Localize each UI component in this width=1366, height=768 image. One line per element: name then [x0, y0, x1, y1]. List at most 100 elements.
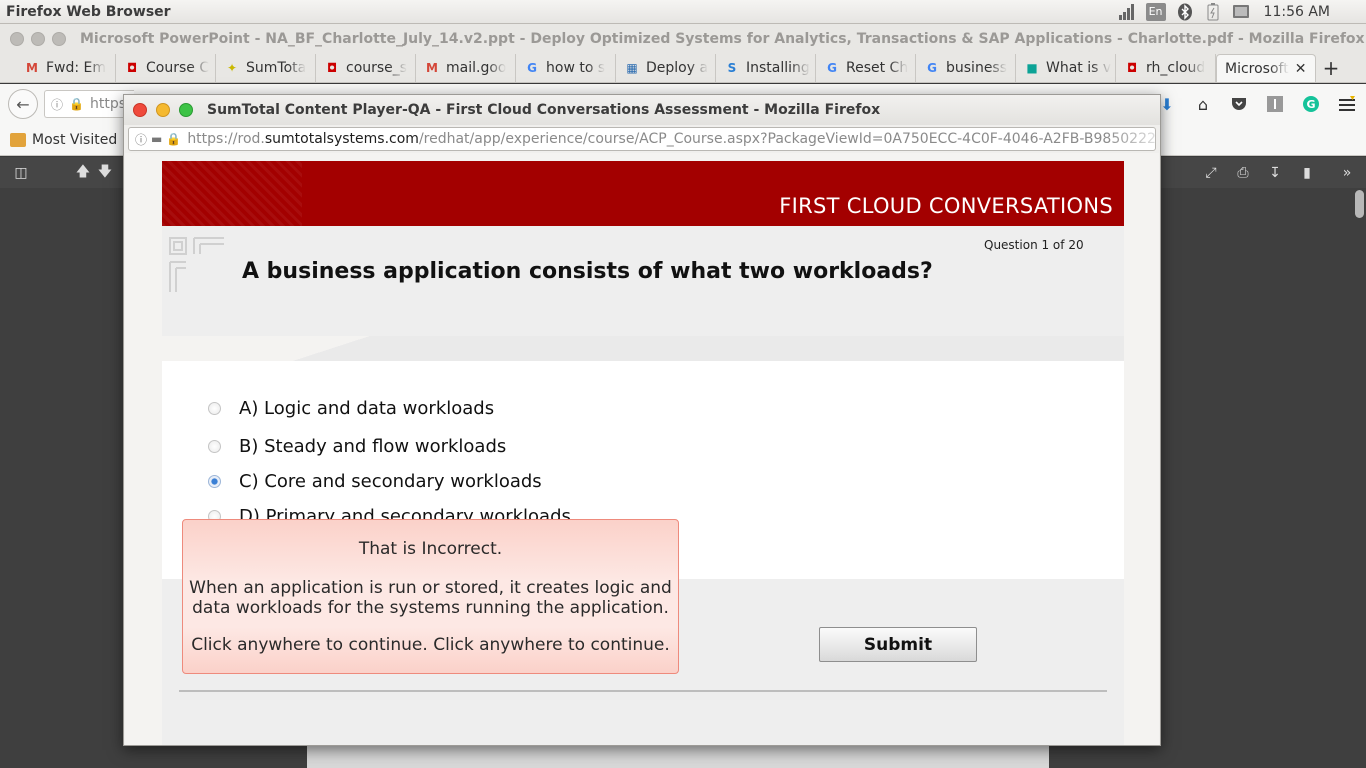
browser-tab[interactable]: Microsoft ✕	[1216, 54, 1316, 82]
network-icon[interactable]	[1118, 3, 1136, 21]
previous-page-icon[interactable]: 🡅	[72, 162, 94, 184]
new-tab-button[interactable]: +	[1316, 54, 1346, 82]
lock-icon: 🔒	[69, 97, 84, 111]
home-icon[interactable]: ⌂	[1194, 95, 1212, 114]
browser-tab[interactable]: ◘ rh_cloud	[1116, 54, 1216, 82]
clock[interactable]: 11:56 AM	[1260, 4, 1330, 20]
answer-option[interactable]: C) Core and secondary workloads	[208, 471, 542, 492]
tab-label: What is v	[1046, 60, 1112, 76]
popup-url-bar[interactable]: ⓘ ▬ 🔒 https://rod.sumtotalsystems.com/re…	[128, 127, 1156, 151]
close-window-button[interactable]	[10, 31, 24, 46]
feedback-popup[interactable]: That is Incorrect. When an application i…	[182, 519, 679, 674]
feedback-heading: That is Incorrect.	[358, 539, 503, 559]
fullscreen-icon[interactable]: ⤢	[1200, 162, 1222, 184]
browser-tab[interactable]: ■ What is v	[1016, 54, 1116, 82]
tab-favicon-icon: ✦	[226, 61, 238, 75]
minimize-window-button[interactable]	[31, 31, 45, 46]
browser-tab[interactable]: Gbusiness	[916, 54, 1016, 82]
tab-label: Installing	[746, 60, 810, 76]
feedback-body: When an application is run or stored, it…	[189, 578, 672, 618]
svg-text:G: G	[1306, 98, 1315, 111]
popup-minimize-button[interactable]	[156, 103, 170, 117]
answer-label: C) Core and secondary workloads	[239, 471, 542, 492]
tab-favicon-icon: ■	[1026, 61, 1038, 75]
tab-label: Microsoft	[1225, 60, 1289, 77]
footer-divider	[179, 690, 1107, 692]
tab-label: Deploy a	[646, 60, 709, 76]
next-page-icon[interactable]: 🡇	[94, 162, 116, 184]
background-url-text: https	[89, 96, 127, 112]
maximize-window-button[interactable]	[52, 31, 66, 46]
background-url-bar[interactable]: ⓘ 🔒 https	[44, 90, 134, 118]
popup-close-button[interactable]	[133, 103, 147, 117]
save-icon[interactable]: ↧	[1264, 162, 1286, 184]
print-icon[interactable]: ⎙	[1232, 162, 1254, 184]
tab-label: course_s	[346, 60, 408, 76]
tab-favicon-icon: G	[927, 61, 937, 75]
tools-icon[interactable]: »	[1336, 162, 1358, 184]
tab-favicon-icon: G	[527, 61, 537, 75]
banner-pattern	[162, 161, 302, 226]
answer-label: A) Logic and data workloads	[239, 398, 495, 419]
popup-url-text: https://rod.sumtotalsystems.com/redhat/a…	[187, 131, 1156, 147]
answer-radio[interactable]	[208, 402, 221, 415]
tab-label: business	[946, 60, 1008, 76]
keyboard-layout-indicator[interactable]: En	[1145, 2, 1166, 21]
browser-tab[interactable]: S Installing	[716, 54, 816, 82]
background-window-title: Microsoft PowerPoint - NA_BF_Charlotte_J…	[80, 30, 1365, 47]
submit-button[interactable]: Submit	[819, 627, 977, 662]
tab-favicon-icon: ▦	[626, 61, 638, 75]
course-banner: FIRST CLOUD CONVERSATIONS	[162, 161, 1124, 226]
answer-option[interactable]: B) Steady and flow workloads	[208, 436, 506, 457]
info-icon[interactable]: ⓘ	[135, 131, 147, 148]
popup-window-controls	[124, 103, 193, 117]
back-button[interactable]: ←	[8, 89, 38, 119]
tab-favicon-icon: M	[426, 61, 438, 75]
reader-icon[interactable]	[1266, 95, 1284, 113]
browser-tab[interactable]: G Reset Ch	[816, 54, 916, 82]
background-window-titlebar: Microsoft PowerPoint - NA_BF_Charlotte_J…	[0, 24, 1366, 53]
popup-title: SumTotal Content Player-QA - First Cloud…	[207, 102, 881, 118]
background-window-controls	[0, 31, 66, 46]
browser-tab[interactable]: M Fwd: Em	[16, 54, 116, 82]
answer-label: B) Steady and flow workloads	[239, 436, 507, 457]
close-tab-icon[interactable]: ✕	[1295, 61, 1307, 77]
browser-tab[interactable]: ▦ Deploy a	[616, 54, 716, 82]
lock-icon: 🔒	[166, 132, 182, 146]
tab-label: Reset Ch	[846, 60, 909, 76]
pocket-icon[interactable]	[1230, 95, 1248, 113]
popup-maximize-button[interactable]	[179, 103, 193, 117]
sidebar-toggle-icon[interactable]: ◫	[10, 162, 32, 184]
bluetooth-icon[interactable]	[1176, 3, 1194, 21]
feedback-footer: Click anywhere to continue. Click anywhe…	[191, 635, 670, 655]
tab-favicon-icon: ◘	[126, 61, 138, 75]
tab-label: how to s	[546, 60, 606, 76]
tab-label: Course C	[146, 60, 210, 76]
top-panel: Firefox Web Browser En 11:56 AM	[0, 0, 1366, 24]
corner-decoration	[169, 237, 224, 292]
battery-icon[interactable]	[1204, 2, 1222, 21]
answer-radio[interactable]	[208, 475, 221, 488]
tab-label: SumTota	[246, 60, 307, 76]
info-icon[interactable]: ⓘ	[51, 96, 63, 113]
browser-tab[interactable]: ✦ SumTota	[216, 54, 316, 82]
bookmark-folder-icon	[10, 132, 26, 147]
bookmark-icon[interactable]: ▮	[1296, 162, 1318, 184]
most-visited-bookmark[interactable]: Most Visited	[32, 132, 117, 148]
tab-favicon-icon: ◘	[326, 61, 338, 75]
browser-tab[interactable]: ◘ Course C	[116, 54, 216, 82]
answer-radio[interactable]	[208, 440, 221, 453]
pdf-scrollbar[interactable]	[1355, 190, 1364, 218]
media-icon: ▬	[151, 132, 163, 146]
grammarly-icon[interactable]: G	[1302, 95, 1320, 113]
popup-titlebar: SumTotal Content Player-QA - First Cloud…	[124, 95, 1160, 125]
menu-icon[interactable]	[1338, 95, 1356, 113]
tab-label: Fwd: Em	[46, 60, 107, 76]
browser-tab[interactable]: Ghow to s	[516, 54, 616, 82]
answer-option[interactable]: A) Logic and data workloads	[208, 398, 494, 419]
browser-tab[interactable]: Mmail.goo	[416, 54, 516, 82]
sound-icon[interactable]	[1232, 3, 1250, 21]
tab-favicon-icon: S	[727, 61, 737, 75]
browser-tab[interactable]: ◘ course_s	[316, 54, 416, 82]
question-counter: Question 1 of 20	[984, 238, 1084, 252]
